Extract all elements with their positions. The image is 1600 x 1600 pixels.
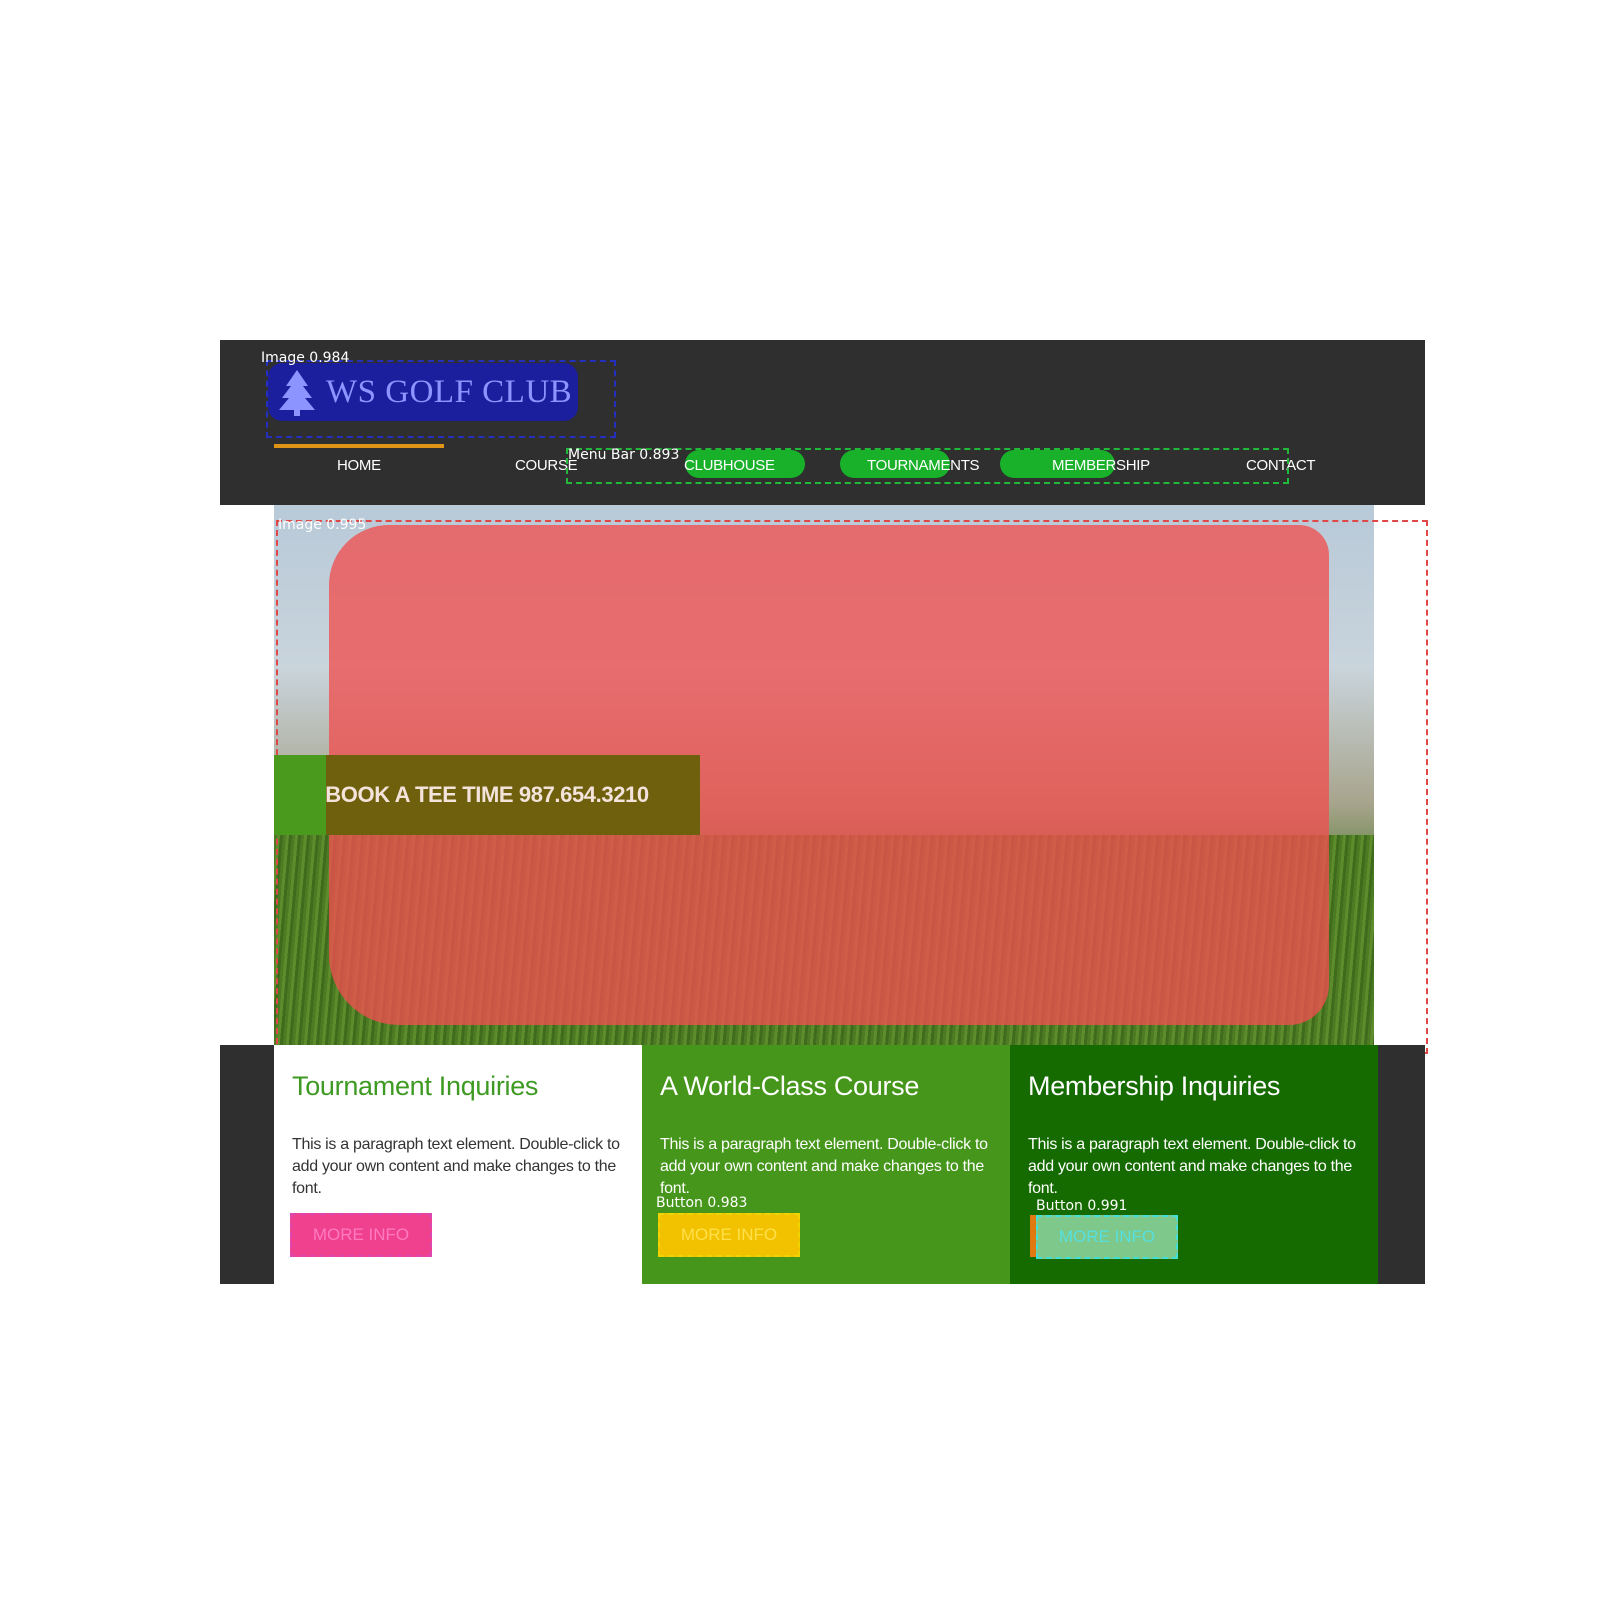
button-detection-label: Button 0.991 — [288, 1195, 380, 1211]
website: WS GOLF CLUB Image 0.984 HOME COURSE CLU… — [220, 340, 1428, 1284]
book-tee-time-banner[interactable]: BOOK A TEE TIME 987.654.3210 — [274, 755, 700, 835]
panel-title: Tournament Inquiries — [292, 1071, 539, 1101]
menu-item-home[interactable]: HOME — [337, 457, 381, 474]
logo-detection-label: Image 0.984 — [261, 350, 350, 366]
main-menu: HOME COURSE CLUBHOUSE TOURNAMENTS MEMBER… — [274, 444, 1374, 484]
info-section: Tournament Inquiries This is a paragraph… — [220, 1045, 1425, 1284]
menu-detection-label: Menu Bar 0.893 — [568, 447, 680, 463]
active-underline — [274, 444, 444, 448]
logo-text: WS GOLF CLUB — [326, 373, 573, 410]
hero-detection-label: Image 0.995 — [278, 517, 367, 533]
tree-icon — [279, 370, 315, 416]
book-tee-time-text: BOOK A TEE TIME 987.654.3210 — [325, 782, 649, 807]
site-header: WS GOLF CLUB Image 0.984 HOME COURSE CLU… — [220, 340, 1425, 505]
menu-item-clubhouse[interactable]: CLUBHOUSE — [684, 457, 775, 474]
panel-title: Membership Inquiries — [1028, 1071, 1281, 1101]
button-detection-label: Button 0.983 — [656, 1195, 748, 1211]
logo[interactable]: WS GOLF CLUB — [268, 363, 578, 421]
more-info-button-course[interactable]: MORE INFO — [658, 1213, 800, 1257]
panel-text: This is a paragraph text element. Double… — [660, 1136, 988, 1197]
more-info-button-membership[interactable]: MORE INFO — [1036, 1215, 1178, 1259]
menu-item-tournaments[interactable]: TOURNAMENTS — [867, 457, 980, 474]
menu-item-membership[interactable]: MEMBERSHIP — [1052, 457, 1150, 474]
panel-text: This is a paragraph text element. Double… — [1028, 1136, 1356, 1197]
panel-text: This is a paragraph text element. Double… — [292, 1136, 620, 1197]
button-detection-label: Button 0.991 — [1036, 1198, 1128, 1214]
menu-item-contact[interactable]: CONTACT — [1246, 457, 1316, 474]
more-info-button-tournament[interactable]: MORE INFO — [290, 1213, 432, 1257]
panel-title: A World-Class Course — [660, 1071, 920, 1101]
